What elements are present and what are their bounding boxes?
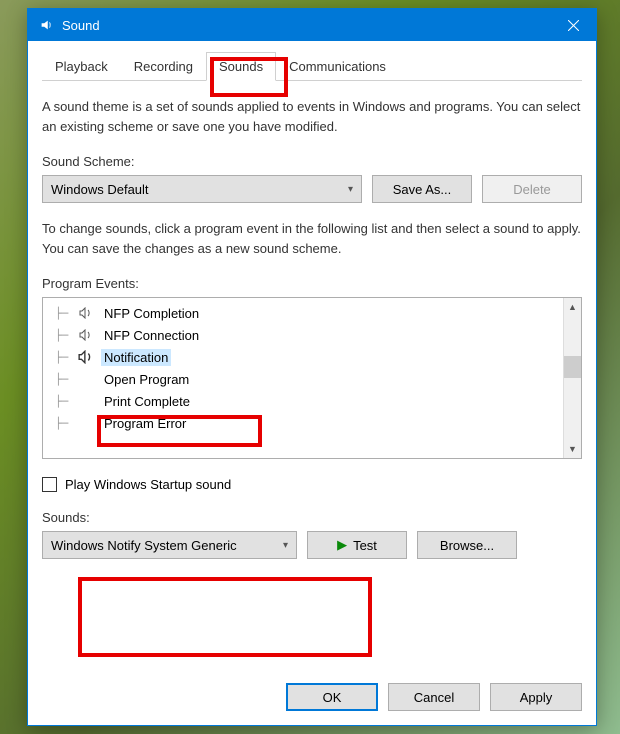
ok-button[interactable]: OK [286, 683, 378, 711]
close-button[interactable] [550, 9, 596, 41]
tree-line-icon: ├─ [55, 351, 77, 364]
test-button[interactable]: ▶ Test [307, 531, 407, 559]
event-item-selected[interactable]: ├─ Notification [43, 346, 563, 368]
cancel-button[interactable]: Cancel [388, 683, 480, 711]
event-label: NFP Completion [101, 305, 202, 322]
event-item[interactable]: ├─ Print Complete [43, 390, 563, 412]
tree-line-icon: ├─ [55, 373, 77, 386]
startup-checkbox[interactable] [42, 477, 57, 492]
scroll-track[interactable] [564, 316, 581, 440]
save-as-button[interactable]: Save As... [372, 175, 472, 203]
browse-button[interactable]: Browse... [417, 531, 517, 559]
highlight-sounds-section [78, 577, 372, 657]
startup-sound-checkbox-row[interactable]: Play Windows Startup sound [42, 477, 582, 492]
delete-button: Delete [482, 175, 582, 203]
tree-line-icon: ├─ [55, 307, 77, 320]
speaker-icon [77, 350, 95, 364]
program-events-list[interactable]: ├─ NFP Completion ├─ NFP Connection ├─ N… [42, 297, 582, 459]
close-icon [568, 20, 579, 31]
tab-playback[interactable]: Playback [42, 52, 121, 81]
chevron-down-icon: ▾ [348, 184, 353, 195]
sounds-label: Sounds: [42, 510, 582, 525]
tab-communications[interactable]: Communications [276, 52, 399, 81]
sound-dialog: Sound Playback Recording Sounds Communic… [27, 8, 597, 726]
theme-description: A sound theme is a set of sounds applied… [42, 97, 582, 136]
apply-button[interactable]: Apply [490, 683, 582, 711]
event-label: Notification [101, 349, 171, 366]
tree-line-icon: ├─ [55, 329, 77, 342]
chevron-down-icon: ▾ [283, 540, 288, 551]
sounds-value: Windows Notify System Generic [51, 538, 237, 553]
event-label: Program Error [101, 415, 189, 432]
event-item[interactable]: ├─ NFP Connection [43, 324, 563, 346]
scroll-up-icon[interactable]: ▲ [564, 298, 581, 316]
events-label: Program Events: [42, 276, 582, 291]
events-scrollbar[interactable]: ▲ ▼ [563, 298, 581, 458]
dialog-content: Playback Recording Sounds Communications… [28, 41, 596, 573]
scheme-label: Sound Scheme: [42, 154, 582, 169]
event-label: Print Complete [101, 393, 193, 410]
titlebar[interactable]: Sound [28, 9, 596, 41]
tab-sounds[interactable]: Sounds [206, 52, 276, 81]
sounds-dropdown[interactable]: Windows Notify System Generic ▾ [42, 531, 297, 559]
event-label: NFP Connection [101, 327, 202, 344]
speaker-icon [77, 329, 95, 341]
window-title: Sound [62, 18, 550, 33]
tree-line-icon: ├─ [55, 395, 77, 408]
speaker-icon [77, 307, 95, 319]
change-description: To change sounds, click a program event … [42, 219, 582, 258]
event-item[interactable]: ├─ Program Error [43, 412, 563, 434]
scheme-value: Windows Default [51, 182, 149, 197]
event-item[interactable]: ├─ Open Program [43, 368, 563, 390]
scroll-down-icon[interactable]: ▼ [564, 440, 581, 458]
startup-checkbox-label: Play Windows Startup sound [65, 477, 231, 492]
tab-recording[interactable]: Recording [121, 52, 206, 81]
event-label: Open Program [101, 371, 192, 388]
test-label: Test [353, 538, 377, 553]
dialog-footer: OK Cancel Apply [286, 683, 582, 711]
play-icon: ▶ [337, 537, 347, 553]
scroll-thumb[interactable] [564, 356, 581, 378]
tab-strip: Playback Recording Sounds Communications [42, 51, 582, 81]
sound-icon [38, 17, 54, 33]
event-item[interactable]: ├─ NFP Completion [43, 302, 563, 324]
tree-line-icon: ├─ [55, 417, 77, 430]
scheme-dropdown[interactable]: Windows Default ▾ [42, 175, 362, 203]
